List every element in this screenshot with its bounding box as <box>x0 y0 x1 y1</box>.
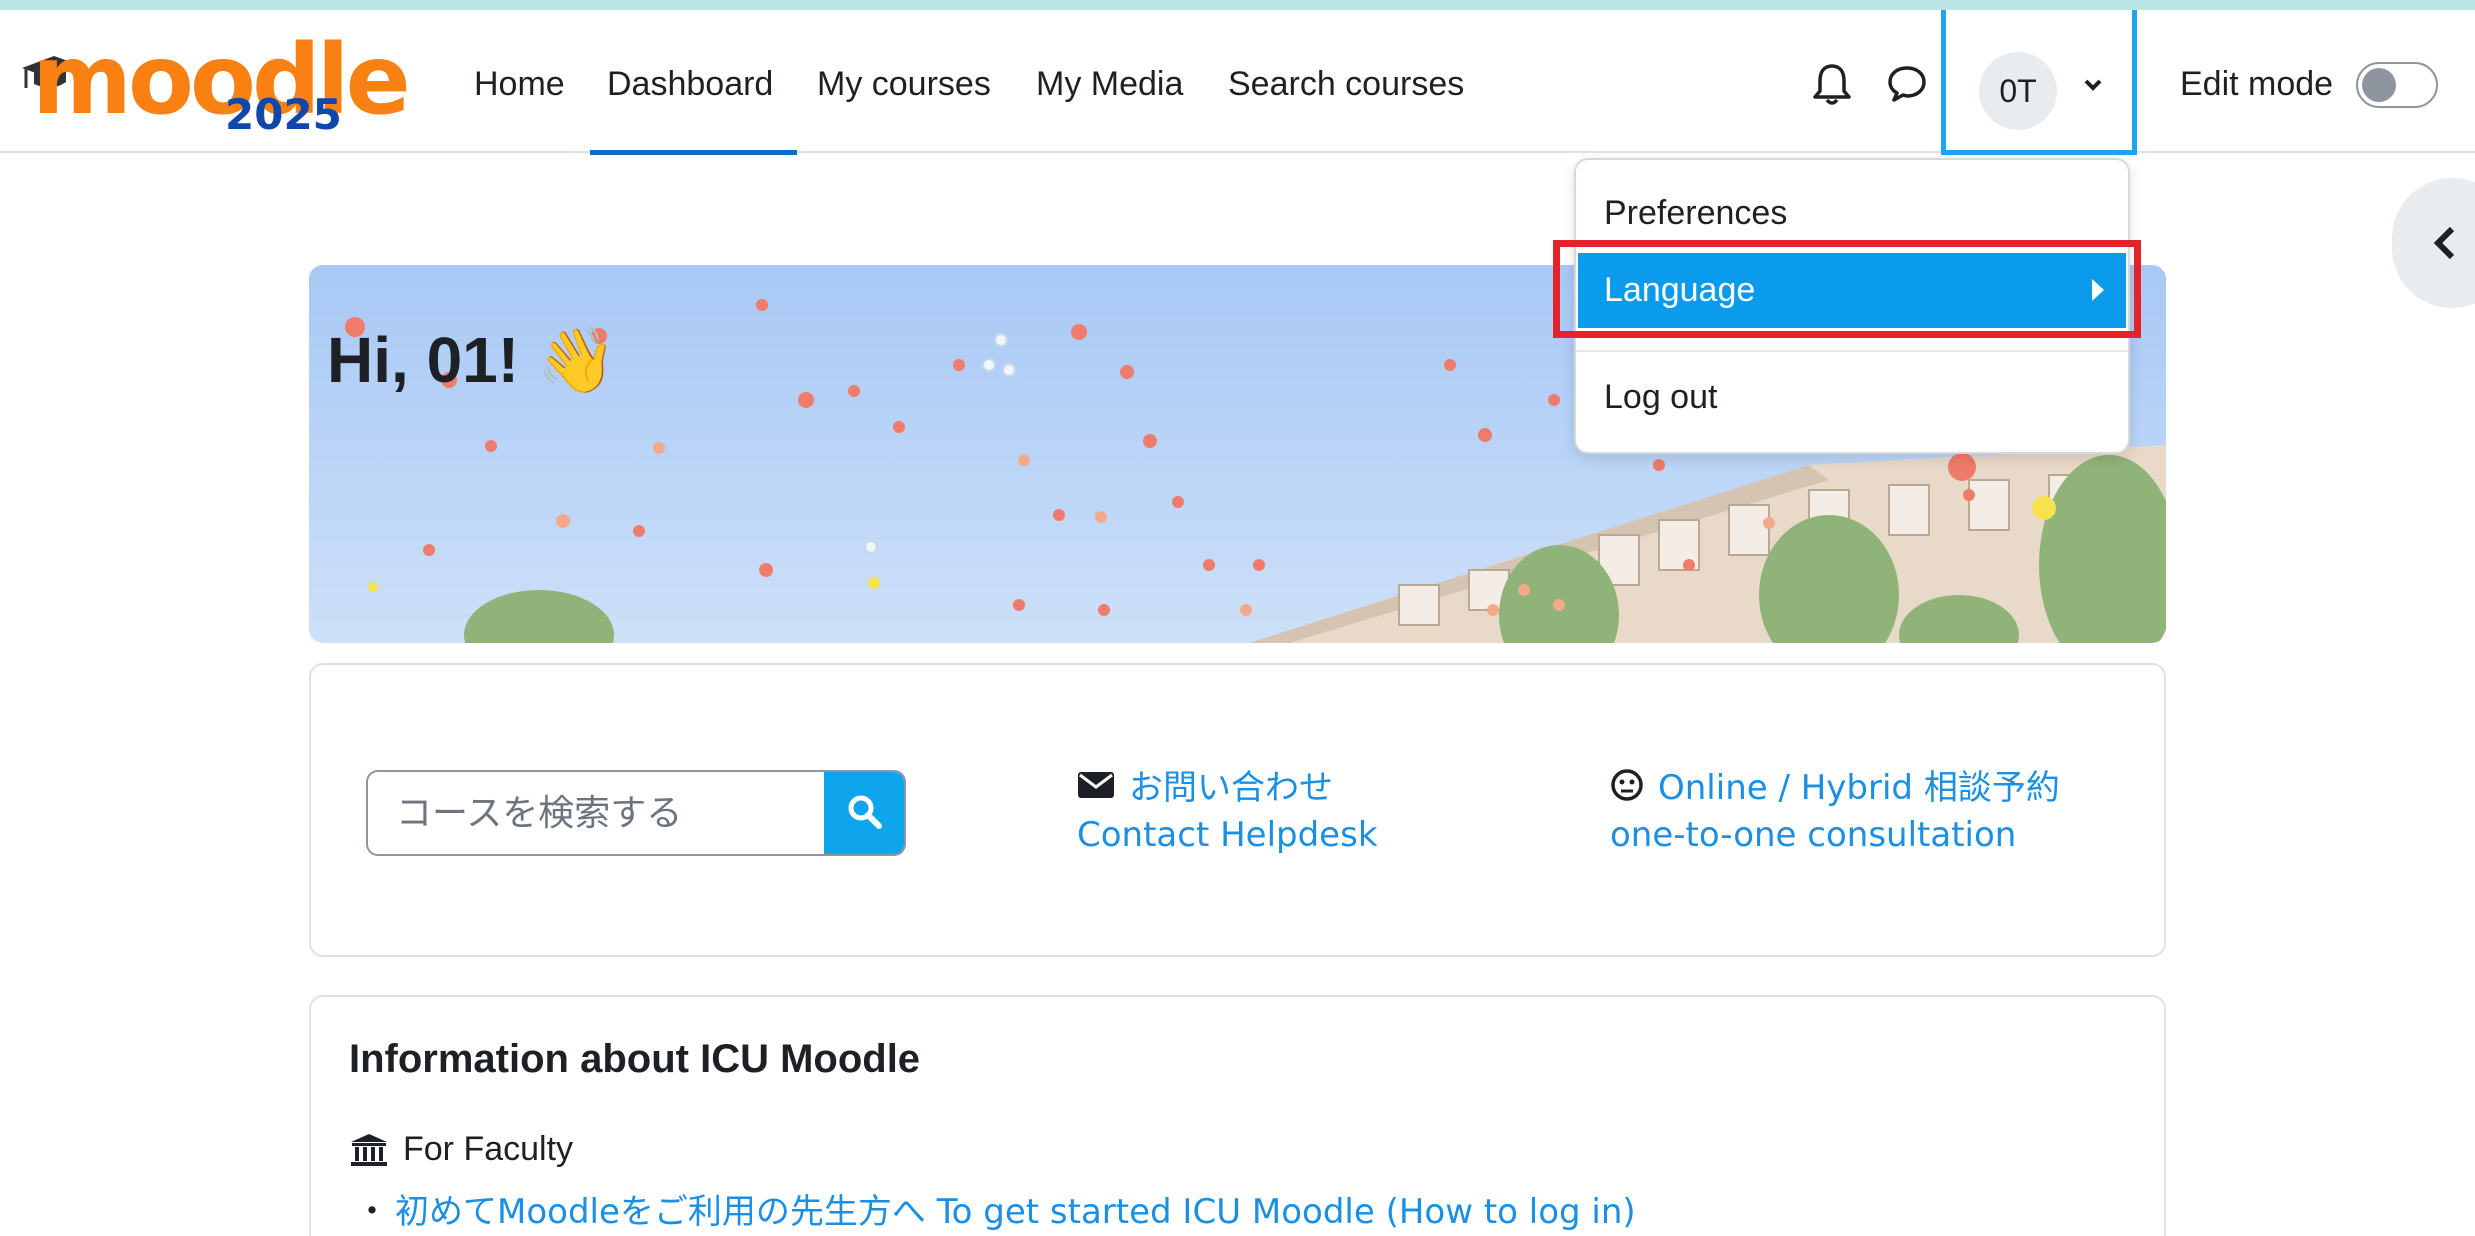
nav-my-courses[interactable]: My courses <box>817 65 991 104</box>
annotation-highlight-box <box>1553 240 2141 338</box>
chevron-down-icon <box>2084 79 2102 91</box>
edit-mode-label: Edit mode <box>2180 65 2334 103</box>
consultation-link-english[interactable]: one-to-one consultation <box>1610 815 2016 855</box>
getting-started-link[interactable]: 初めてMoodleをご利用の先生方へ To get started ICU Mo… <box>395 1184 1636 1233</box>
top-navbar: moodle 2025 Home Dashboard My courses My… <box>0 10 2475 155</box>
info-card: Information about ICU Moodle For Faculty… <box>309 995 2166 1236</box>
nav-dashboard[interactable]: Dashboard <box>607 65 773 104</box>
getting-started-item: ・ 初めてMoodleをご利用の先生方へ To get started ICU … <box>355 1184 1636 1233</box>
avatar: 0T <box>1979 52 2057 130</box>
quick-links-card: お問い合わせ Contact Helpdesk Online / Hybrid … <box>309 663 2166 957</box>
greeting-heading: Hi, 01! 👋 <box>327 324 617 396</box>
logo-word: moodle <box>32 24 411 136</box>
course-search-button[interactable] <box>824 772 904 854</box>
edit-mode-toggle[interactable] <box>2356 62 2438 108</box>
faculty-heading: For Faculty <box>349 1130 573 1169</box>
menu-item-logout[interactable]: Log out <box>1576 378 2128 417</box>
nav-my-media[interactable]: My Media <box>1036 65 1183 104</box>
contact-link-japanese[interactable]: お問い合わせ <box>1129 760 1333 809</box>
bell-icon <box>1813 64 1851 105</box>
list-bullet: ・ <box>355 1193 389 1231</box>
institution-icon <box>351 1133 387 1166</box>
nav-home[interactable]: Home <box>474 65 565 104</box>
chat-bubble-icon <box>1888 66 1926 102</box>
toggle-knob <box>2362 68 2396 102</box>
logo-year: 2025 <box>225 90 342 139</box>
smile-face-icon <box>1611 768 1643 801</box>
notifications-button[interactable] <box>1812 62 1852 111</box>
contact-link-english[interactable]: Contact Helpdesk <box>1077 815 1378 855</box>
info-card-title: Information about ICU Moodle <box>349 1037 921 1081</box>
envelope-icon <box>1078 771 1114 798</box>
course-search-form <box>366 770 906 856</box>
chevron-left-icon <box>2433 226 2455 260</box>
messages-button[interactable] <box>1886 64 1928 109</box>
site-logo[interactable]: moodle 2025 <box>20 28 411 148</box>
search-icon <box>848 795 882 829</box>
faculty-label: For Faculty <box>403 1130 574 1168</box>
menu-divider <box>1576 350 2128 352</box>
window-top-strip <box>0 0 2475 10</box>
user-menu-button[interactable]: 0T <box>1941 10 2137 155</box>
course-search-input[interactable] <box>368 772 824 854</box>
consultation-link-japanese[interactable]: Online / Hybrid 相談予約 <box>1658 760 2060 809</box>
nav-search-courses[interactable]: Search courses <box>1228 65 1464 104</box>
menu-item-preferences[interactable]: Preferences <box>1576 194 2128 233</box>
block-drawer-toggle[interactable] <box>2392 178 2475 308</box>
nav-active-indicator <box>590 150 797 155</box>
